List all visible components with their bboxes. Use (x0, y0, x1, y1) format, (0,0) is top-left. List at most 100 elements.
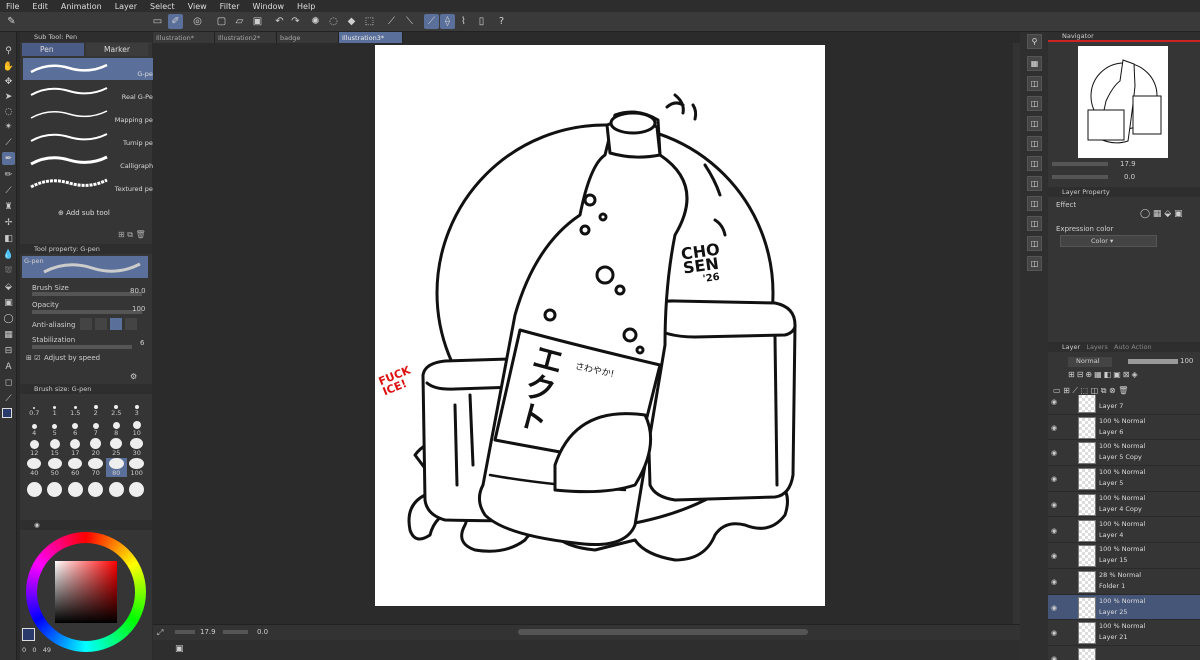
brush-size-preset[interactable]: 4 (24, 418, 45, 437)
brush-size-preset[interactable] (45, 478, 66, 497)
tab-illustration3[interactable]: Illustration3* (339, 32, 403, 43)
save-icon[interactable]: ▣ (250, 14, 265, 29)
grid-icon[interactable]: ⟍ (402, 14, 417, 29)
brush-item-textured-pen[interactable]: Textured pen (23, 173, 163, 195)
brush-size-preset[interactable]: 17 (65, 438, 86, 457)
pencil-icon[interactable]: ✏ (2, 168, 15, 181)
brush-size-preset[interactable]: 1 (45, 398, 66, 417)
layer-row[interactable]: ◉ 28 % Normal Folder 1 (1048, 569, 1200, 595)
decoration-icon[interactable]: ✢ (2, 216, 15, 229)
rotation-slider[interactable] (223, 630, 248, 634)
history-icon[interactable]: ◫ (1027, 76, 1042, 91)
brush-size-preset[interactable] (106, 478, 127, 497)
brush-size-preset[interactable]: 2 (86, 398, 107, 417)
layer-row[interactable]: ◉ 100 % Normal Layer 21 (1048, 620, 1200, 646)
antialias-strong-icon[interactable] (125, 318, 137, 330)
saturation-square[interactable] (55, 561, 117, 623)
brush-size-preset[interactable] (86, 478, 107, 497)
brush-size-preset[interactable]: 50 (45, 458, 66, 477)
brush-size-preset[interactable]: 0.7 (24, 398, 45, 417)
brush-size-preset[interactable]: 8 (106, 418, 127, 437)
edit-icon[interactable]: ✐ (168, 14, 183, 29)
ruler-tool-icon[interactable]: ⊟ (2, 344, 15, 357)
magic-wand-icon[interactable]: ✴ (2, 120, 15, 133)
transform-icon[interactable]: ⬚ (362, 14, 377, 29)
brush-size-preset[interactable]: 40 (24, 458, 45, 477)
brush-size-preset[interactable]: 100 (127, 458, 148, 477)
brush-size-preset[interactable]: 5 (45, 418, 66, 437)
layers-tab-label[interactable]: Layers (1086, 343, 1108, 351)
layer-row[interactable]: ◉ 100 % Normal Layer 4 (1048, 518, 1200, 544)
menu-select[interactable]: Select (150, 2, 175, 11)
lasso-icon[interactable]: ◌ (2, 105, 15, 118)
brush-item-turnip-pen[interactable]: Turnip pen (23, 127, 163, 149)
tab-badge[interactable]: badge (277, 32, 339, 43)
eye-icon[interactable]: ◉ (1051, 501, 1057, 509)
brush-size-preset[interactable]: 15 (45, 438, 66, 457)
fill-icon[interactable]: ◆ (344, 14, 359, 29)
nav-icon[interactable]: ⤢ (157, 628, 163, 638)
brush-size-preset[interactable]: 25 (106, 438, 127, 457)
eyedropper-icon[interactable]: ⟋ (2, 136, 15, 149)
tab-pen[interactable]: Pen (22, 43, 84, 56)
nav-rotate-slider[interactable] (1052, 175, 1108, 179)
menu-window[interactable]: Window (252, 2, 284, 11)
ruler-icon[interactable]: ⟋ (384, 14, 399, 29)
brush-size-preset[interactable]: 2.5 (106, 398, 127, 417)
menu-help[interactable]: Help (297, 2, 315, 11)
brush-size-preset[interactable]: 3 (127, 398, 148, 417)
brush-item-calligraphy[interactable]: Calligraphy (23, 150, 163, 172)
move-icon[interactable]: ✥ (2, 75, 15, 88)
item-bank-icon[interactable]: ◫ (1027, 196, 1042, 211)
fill-tool-icon[interactable]: ⛆ (2, 264, 15, 277)
snap-grid-icon[interactable]: ⌇ (456, 14, 471, 29)
eye-icon[interactable]: ◉ (1051, 424, 1057, 432)
layer-tab-label[interactable]: Layer (1062, 343, 1080, 351)
subtool-actions[interactable]: ⊞ ⧉ 🗑 (118, 230, 146, 240)
brush-item-g-pen[interactable]: G-pen (23, 58, 163, 80)
device-icon[interactable]: ▯ (474, 14, 489, 29)
eye-icon[interactable]: ◉ (1051, 629, 1057, 637)
layer-search-icon[interactable]: ◫ (1027, 176, 1042, 191)
stabilization-slider[interactable] (32, 345, 132, 349)
animation-timeline-icon[interactable]: ◫ (1027, 216, 1042, 231)
layer-tool-icons[interactable]: ⊞⊟⊕▦◧▣⊠◈ (1068, 370, 1140, 379)
brush-size-preset[interactable]: 60 (65, 458, 86, 477)
main-color-swatch[interactable] (2, 408, 12, 418)
layer-row[interactable]: ◉ 100 % Normal Layer 25 (1048, 594, 1200, 621)
layer-row[interactable]: ◉Paper (1048, 646, 1200, 660)
material-icon[interactable]: ▦ (1027, 56, 1042, 71)
subview-icon[interactable]: ◫ (1027, 96, 1042, 111)
layer-row[interactable]: ◉ Layer 7 (1048, 395, 1200, 415)
new-canvas-icon[interactable]: ▢ (214, 14, 229, 29)
auto-action-tab-label[interactable]: Auto Action (1114, 343, 1152, 351)
adjust-checkbox[interactable]: ⊞ ☑ (26, 354, 40, 362)
zoom-icon[interactable]: ⚲ (2, 44, 15, 57)
brush-size-preset[interactable]: 70 (86, 458, 107, 477)
vertical-scrollbar[interactable] (1013, 43, 1020, 624)
open-folder-icon[interactable]: ▱ (232, 14, 247, 29)
hand-icon[interactable]: ✋ (2, 60, 15, 73)
antialias-none-icon[interactable] (80, 318, 92, 330)
layer-row[interactable]: ◉ 100 % Normal Layer 4 Copy (1048, 492, 1200, 518)
eye-icon[interactable]: ◉ (1051, 527, 1057, 535)
text-icon[interactable]: A (2, 360, 15, 373)
menu-filter[interactable]: Filter (220, 2, 240, 11)
balloon-icon[interactable]: ◻ (2, 376, 15, 389)
menu-layer[interactable]: Layer (115, 2, 137, 11)
figure-icon[interactable]: ◯ (2, 312, 15, 325)
frame-icon[interactable]: ▦ (2, 328, 15, 341)
brush-tool-icon[interactable]: ⟋ (2, 184, 15, 197)
quick-access-icon[interactable]: ◫ (1027, 136, 1042, 151)
brush-size-preset[interactable]: 80 (106, 458, 127, 477)
menu-file[interactable]: File (6, 2, 19, 11)
clear-icon[interactable]: ◌ (326, 14, 341, 29)
brush-icon[interactable]: ✎ (4, 14, 19, 29)
gallery-icon[interactable]: ◎ (190, 14, 205, 29)
gradient-icon[interactable]: ▣ (2, 296, 15, 309)
eye-icon[interactable]: ◉ (1051, 578, 1057, 586)
color-set-icon[interactable]: ◫ (1027, 156, 1042, 171)
eye-icon[interactable]: ◉ (1051, 552, 1057, 560)
brush-size-preset[interactable]: 20 (86, 438, 107, 457)
layer-row[interactable]: ◉ 100 % Normal Layer 15 (1048, 543, 1200, 569)
